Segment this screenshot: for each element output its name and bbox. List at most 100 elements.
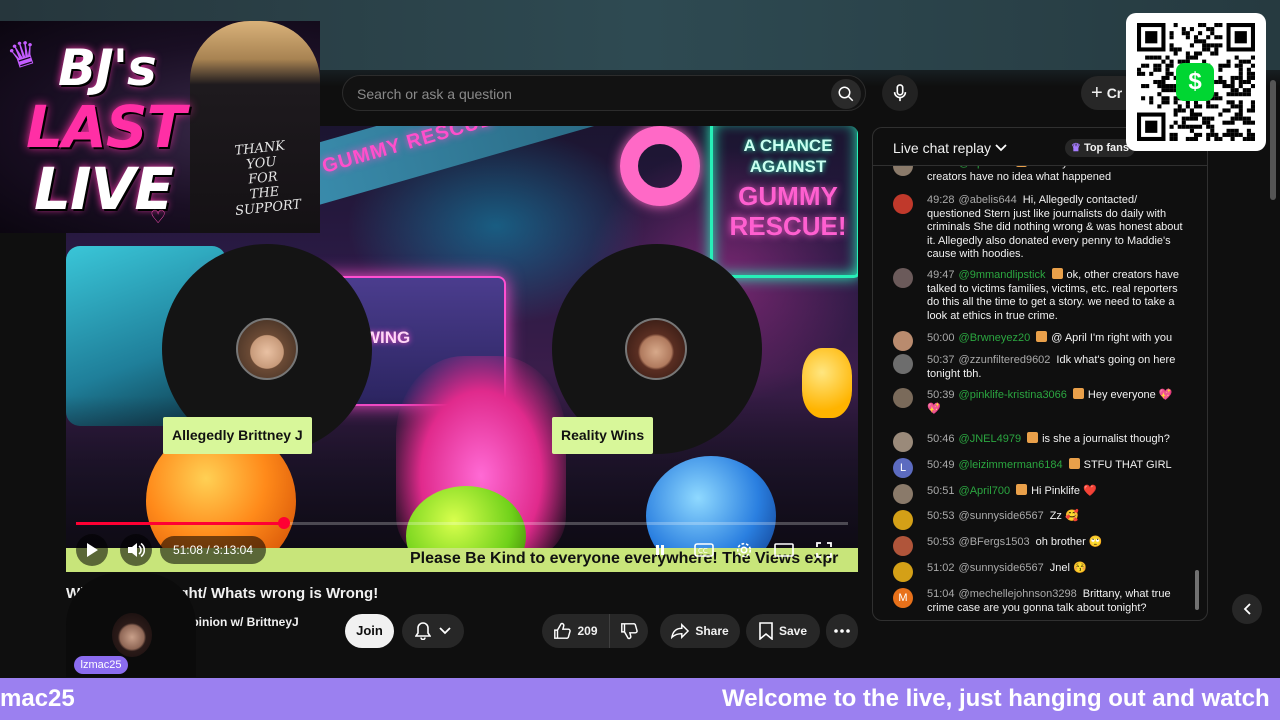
chat-author[interactable]: @pinklife-kristina3066: [959, 389, 1067, 401]
chat-avatar[interactable]: [893, 166, 913, 176]
guest-avatar-1: [236, 318, 298, 380]
chat-author[interactable]: @leizimmerman6184: [959, 459, 1063, 471]
chat-avatar[interactable]: [893, 331, 913, 351]
member-badge-icon: [1068, 458, 1080, 469]
chat-author[interactable]: @April700: [959, 166, 1011, 169]
chat-timestamp: 50:51: [927, 485, 955, 497]
chat-message: 49:47 @9mmandlipstick ok, other creators h…: [893, 268, 1183, 323]
chat-author[interactable]: @zzunfiltered9602: [959, 354, 1051, 366]
chat-avatar[interactable]: M: [893, 588, 913, 608]
page-scrollbar[interactable]: [1270, 80, 1276, 200]
pause-indicator[interactable]: [648, 538, 672, 562]
gear-icon: [736, 542, 752, 558]
chat-avatar[interactable]: [893, 536, 913, 556]
chat-message: 50:53 @sunnyside6567 Zz 🥰: [893, 510, 1183, 530]
chat-mode-dropdown[interactable]: Live chat replay: [893, 140, 1007, 156]
captions-button[interactable]: CC: [692, 538, 716, 562]
more-actions-button[interactable]: [826, 614, 858, 648]
search-input[interactable]: Search or ask a question: [342, 75, 866, 111]
chat-scrollbar[interactable]: [1195, 570, 1199, 610]
chat-timestamp: 49:2?: [927, 166, 955, 169]
chat-text: Jnel 😚: [1049, 562, 1087, 574]
plus-icon: +: [1091, 81, 1103, 104]
banner-message: Welcome to the live, just hanging out an…: [722, 685, 1270, 712]
save-button[interactable]: Save: [746, 614, 820, 648]
chat-avatar[interactable]: [893, 562, 913, 582]
search-button[interactable]: [831, 79, 861, 109]
member-badge-icon: [1036, 331, 1048, 342]
member-badge-icon: [1016, 166, 1028, 167]
volume-icon: [128, 542, 145, 558]
chat-text: Hi Pinklife ❤️: [1031, 485, 1097, 497]
search-icon: [838, 86, 854, 102]
chat-message: 50:46 @JNEL4979 is she a journalist though…: [893, 432, 1183, 452]
chat-text: STFU THAT GIRL: [1083, 459, 1172, 471]
guest-name-label-2: Reality Wins: [552, 417, 654, 454]
like-button[interactable]: 209: [542, 614, 610, 648]
chat-author[interactable]: @mechellejohnson3298: [959, 588, 1077, 600]
chat-author[interactable]: @April700: [959, 485, 1011, 497]
chat-avatar[interactable]: [893, 432, 913, 452]
save-label: Save: [778, 624, 808, 638]
chat-message: 50:37 @zzunfiltered9602 Idk what's going o…: [893, 354, 1183, 381]
banner-username: mac25: [0, 685, 75, 712]
theater-mode-button[interactable]: [772, 538, 796, 562]
top-fans-chip[interactable]: ♛ Top fans: [1065, 139, 1135, 157]
create-label: Cr: [1106, 85, 1123, 101]
thumbs-down-icon: [621, 623, 638, 640]
progress-fill: [76, 522, 285, 525]
chat-message: 49:2?@April700Brwneyez I don't know thes…: [893, 166, 1183, 184]
neon-donut-sign: [620, 126, 700, 206]
search-placeholder: Search or ask a question: [357, 86, 512, 102]
share-icon: [671, 623, 690, 639]
chat-timestamp: 49:47: [927, 269, 955, 281]
chat-timestamp: 51:04: [927, 588, 955, 600]
logo-jacket-text: THANK YOU FOR THE SUPPORT: [233, 138, 302, 220]
chat-messages: 49:2?@April700Brwneyez I don't know thes…: [873, 166, 1207, 620]
dislike-button[interactable]: [610, 614, 648, 648]
chat-avatar[interactable]: [893, 268, 913, 288]
chat-avatar[interactable]: [893, 354, 913, 374]
share-label: Share: [695, 624, 729, 638]
chat-avatar[interactable]: [893, 484, 913, 504]
neon-sign: A CHANCE AGAINST GUMMY RESCUE!: [710, 126, 858, 278]
chat-avatar[interactable]: [893, 510, 913, 530]
cc-icon: CC: [694, 543, 714, 557]
guest-name-label-1: Allegedly Brittney J: [163, 417, 312, 454]
streamer-face: [112, 613, 152, 657]
chat-author[interactable]: @sunnyside6567: [959, 510, 1044, 522]
chat-text: Zz 🥰: [1049, 510, 1079, 522]
chat-avatar[interactable]: [893, 194, 913, 214]
chat-timestamp: 49:28: [927, 194, 955, 206]
volume-button[interactable]: [120, 534, 152, 566]
chat-text: oh brother 🙄: [1035, 536, 1103, 548]
chat-author[interactable]: @sunnyside6567: [959, 562, 1044, 574]
subscribe-notifications-button[interactable]: [402, 614, 464, 648]
webcam-name-tag: lzmac25: [74, 656, 128, 674]
chat-author[interactable]: @BFergs1503: [959, 536, 1030, 548]
chat-timestamp: 50:53: [927, 536, 955, 548]
chat-avatar[interactable]: L: [893, 458, 913, 478]
chat-message: 50:39 @pinklife-kristina3066 Hey everyone …: [893, 388, 1183, 416]
fullscreen-button[interactable]: [812, 538, 836, 562]
chat-text: @ April I'm right with you: [1051, 332, 1173, 344]
collapse-chat-button[interactable]: [1232, 594, 1262, 624]
chat-message: 51:02 @sunnyside6567 Jnel 😚: [893, 562, 1183, 582]
settings-button[interactable]: [732, 538, 756, 562]
chat-avatar[interactable]: [893, 388, 913, 408]
play-button[interactable]: [76, 534, 108, 566]
join-button[interactable]: Join: [345, 614, 394, 648]
share-button[interactable]: Share: [660, 614, 740, 648]
live-chat-panel: Live chat replay ♛ Top fans 49:2? @April7…: [872, 127, 1208, 621]
chat-message: L 50:49 @leizimmerman6184 STFU THAT GIRL: [893, 458, 1183, 478]
voice-search-button[interactable]: [882, 75, 918, 111]
chevron-left-icon: [1243, 603, 1251, 615]
chat-message: M 51:04 @mechellejohnson3298 Brittany, what…: [893, 588, 1183, 615]
member-badge-icon: [1027, 432, 1039, 443]
like-count: 209: [577, 624, 598, 638]
chat-author[interactable]: @Brwneyez20: [959, 332, 1031, 344]
chat-author[interactable]: @JNEL4979: [959, 433, 1022, 445]
chat-author[interactable]: @abelis644: [959, 194, 1017, 206]
chat-author[interactable]: @9mmandlipstick: [959, 269, 1046, 281]
chat-timestamp: 51:02: [927, 562, 955, 574]
